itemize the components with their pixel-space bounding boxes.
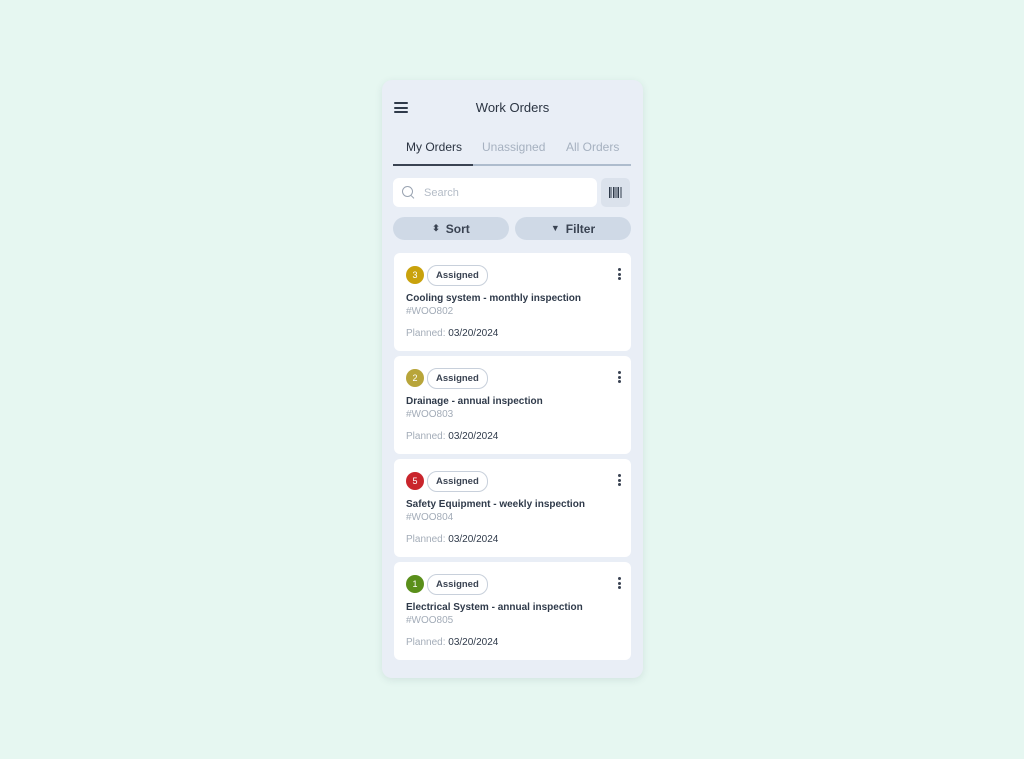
- priority-badge: 3: [406, 266, 424, 284]
- more-options-icon[interactable]: [616, 474, 622, 488]
- barcode-scan-button[interactable]: [601, 178, 630, 207]
- status-badge: Assigned: [427, 265, 488, 286]
- more-options-icon[interactable]: [616, 577, 622, 591]
- work-order-id: #WOO804: [406, 512, 454, 523]
- header: Work Orders: [382, 80, 643, 134]
- planned-date: Planned: 03/20/2024: [406, 637, 498, 648]
- barcode-icon: [609, 187, 622, 198]
- priority-badge: 1: [406, 575, 424, 593]
- tab-unassigned[interactable]: Unassigned: [482, 140, 545, 154]
- sort-icon: ⬍: [432, 223, 440, 233]
- planned-label: Planned:: [406, 328, 446, 339]
- work-order-id: #WOO803: [406, 409, 454, 420]
- work-order-title: Drainage - annual inspection: [406, 396, 543, 407]
- planned-label: Planned:: [406, 637, 446, 648]
- tab-my-orders[interactable]: My Orders: [406, 140, 462, 154]
- work-order-title: Safety Equipment - weekly inspection: [406, 499, 585, 510]
- filter-label: Filter: [565, 221, 596, 236]
- work-order-card[interactable]: 5 Assigned Safety Equipment - weekly ins…: [394, 459, 631, 557]
- work-order-card[interactable]: 3 Assigned Cooling system - monthly insp…: [394, 253, 631, 351]
- priority-badge: 5: [406, 472, 424, 490]
- work-order-title: Cooling system - monthly inspection: [406, 293, 582, 304]
- priority-badge: 2: [406, 369, 424, 387]
- work-order-title: Electrical System - annual inspection: [406, 602, 583, 613]
- filter-icon: ▼: [550, 223, 560, 233]
- work-orders-screen: Work Orders My Orders Unassigned All Ord…: [382, 80, 643, 678]
- planned-date-value: 03/20/2024: [448, 637, 499, 648]
- filter-button[interactable]: ▼ Filter: [515, 217, 631, 240]
- status-badge: Assigned: [427, 471, 488, 492]
- planned-date: Planned: 03/20/2024: [406, 328, 498, 339]
- search-icon: [402, 186, 413, 197]
- status-badge: Assigned: [427, 574, 488, 595]
- planned-date: Planned: 03/20/2024: [406, 431, 498, 442]
- planned-date: Planned: 03/20/2024: [406, 534, 498, 545]
- planned-label: Planned:: [406, 431, 446, 442]
- more-options-icon[interactable]: [616, 371, 622, 385]
- tab-bar: My Orders Unassigned All Orders: [393, 137, 631, 166]
- page-title: Work Orders: [475, 100, 550, 115]
- work-order-card[interactable]: 2 Assigned Drainage - annual inspection …: [394, 356, 631, 454]
- planned-date-value: 03/20/2024: [448, 534, 499, 545]
- active-tab-indicator: [393, 164, 473, 166]
- sort-label: Sort: [445, 221, 470, 236]
- planned-label: Planned:: [406, 534, 446, 545]
- more-options-icon[interactable]: [616, 268, 622, 282]
- work-order-id: #WOO805: [406, 615, 454, 626]
- planned-date-value: 03/20/2024: [448, 431, 499, 442]
- planned-date-value: 03/20/2024: [448, 328, 499, 339]
- work-order-card[interactable]: 1 Assigned Electrical System - annual in…: [394, 562, 631, 660]
- search-input[interactable]: [424, 178, 589, 207]
- work-order-id: #WOO802: [406, 306, 454, 317]
- search-box: [393, 178, 597, 207]
- status-badge: Assigned: [427, 368, 488, 389]
- sort-button[interactable]: ⬍ Sort: [393, 217, 509, 240]
- tab-all-orders[interactable]: All Orders: [566, 140, 619, 154]
